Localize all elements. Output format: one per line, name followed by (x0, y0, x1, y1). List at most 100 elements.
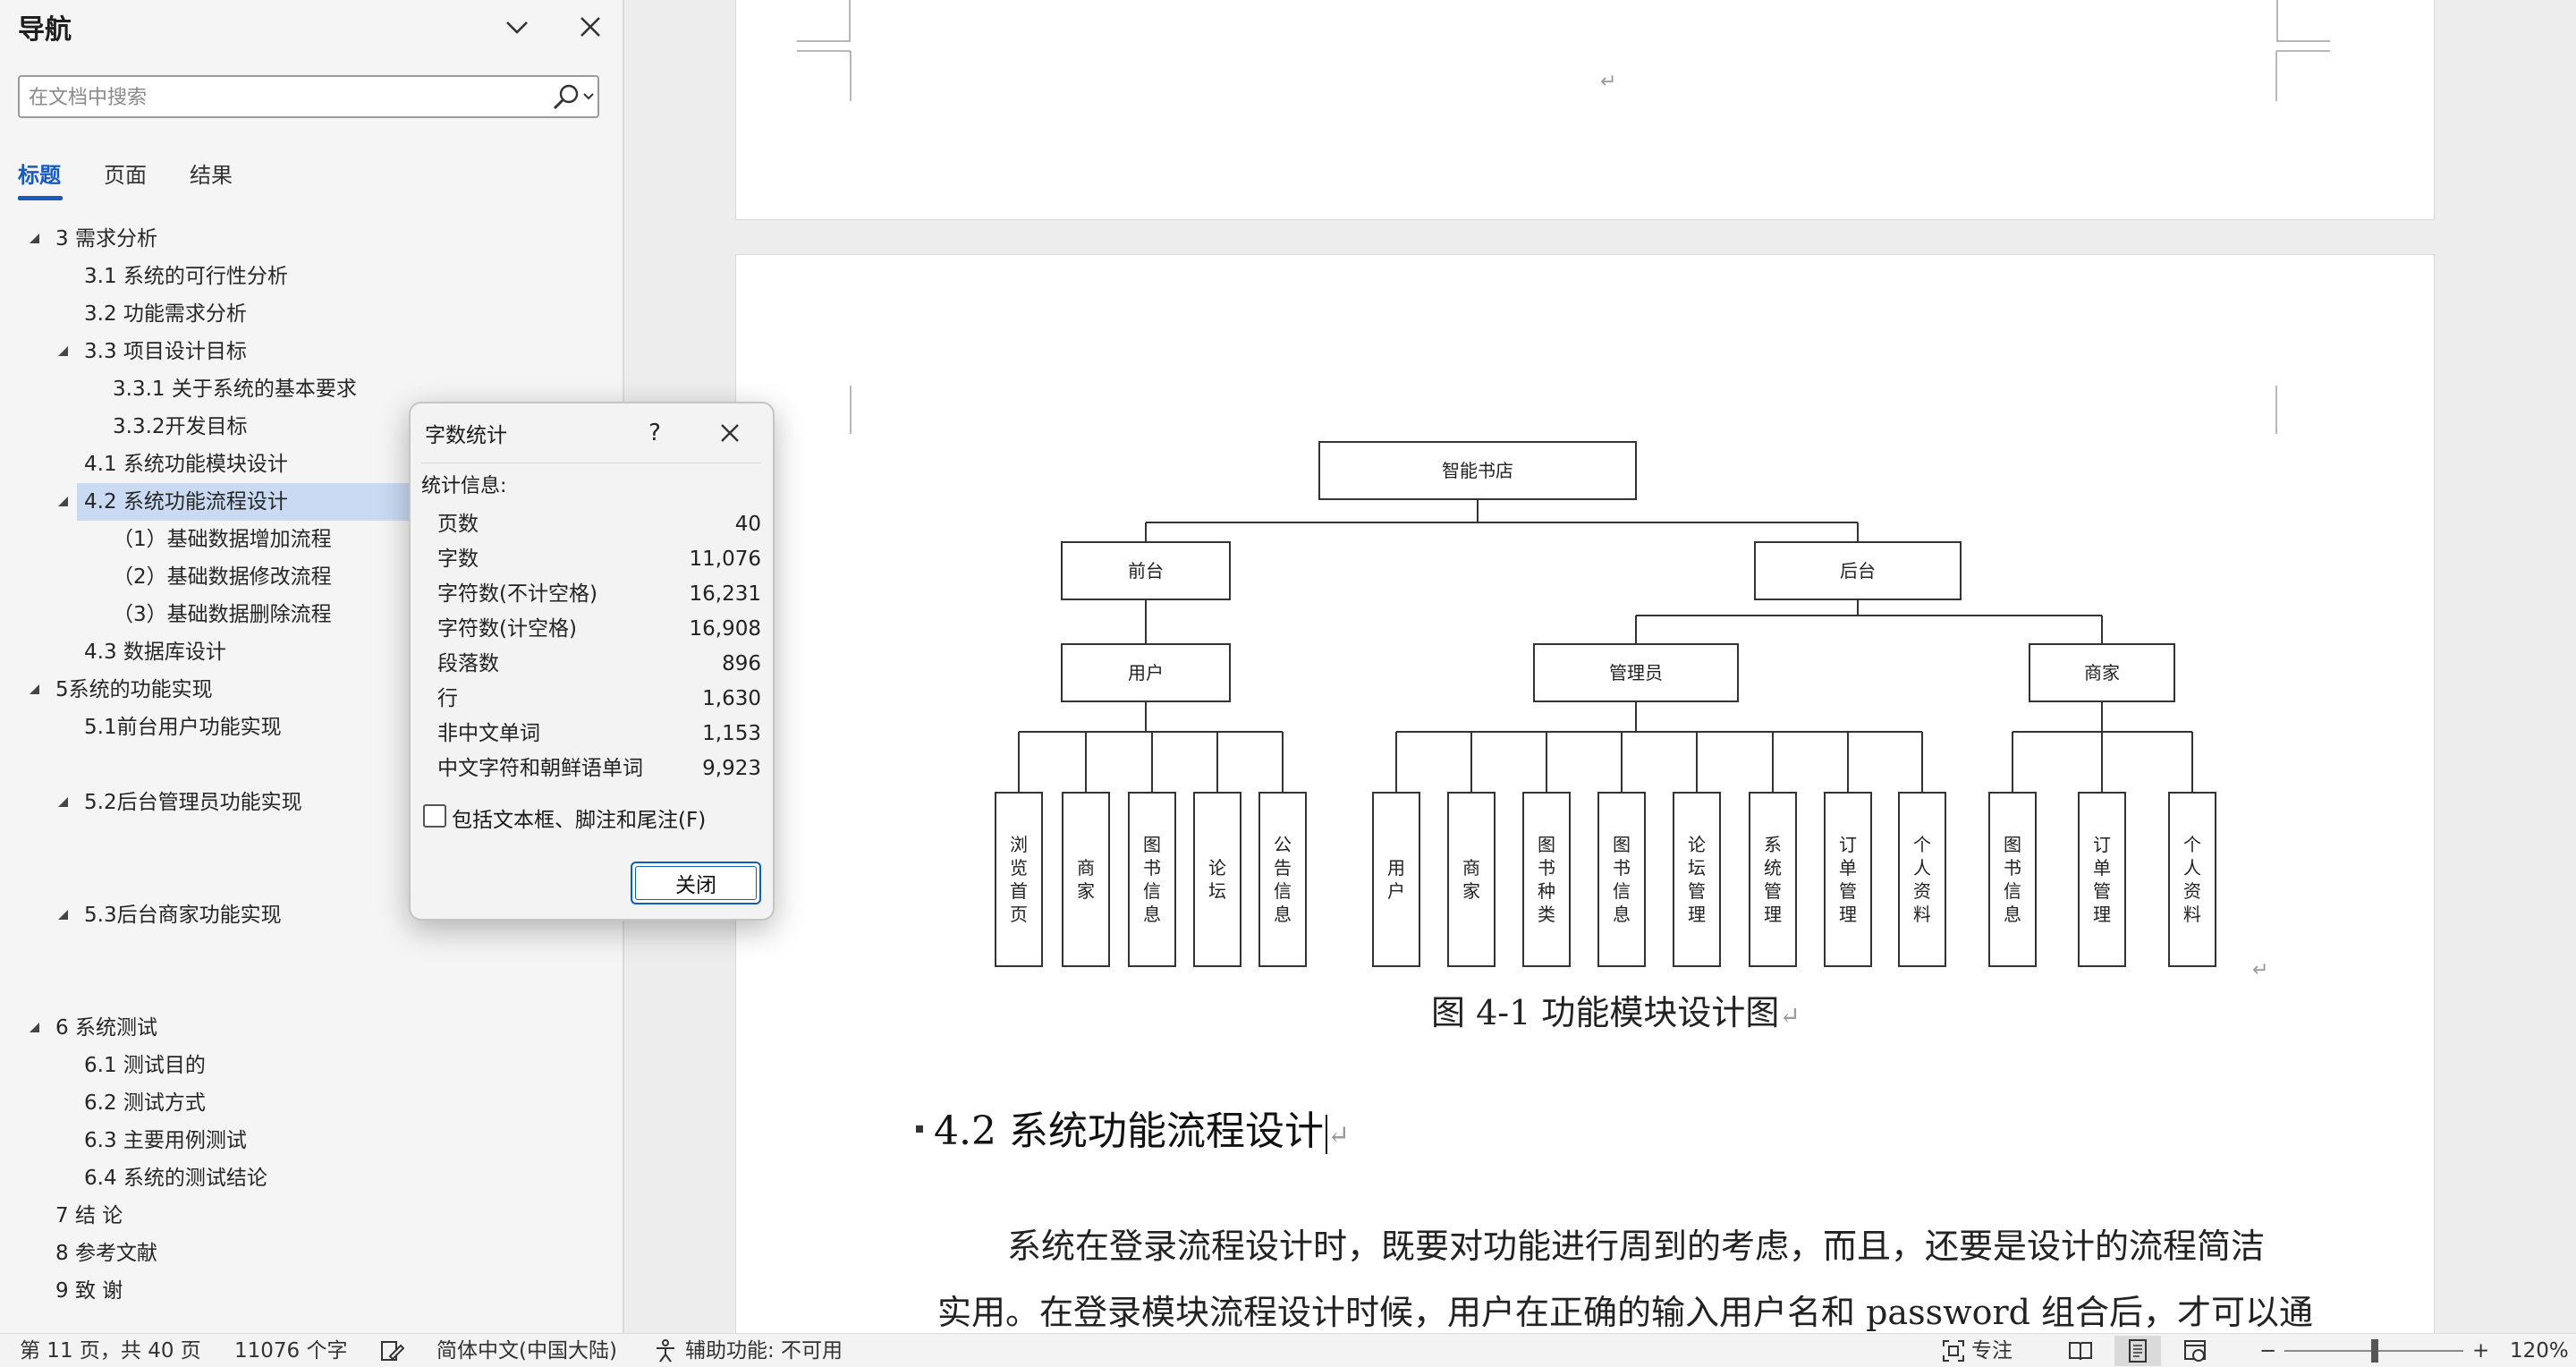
body-paragraph-line[interactable]: 实用。在登录模块流程设计时候，用户在正确的输入用户名和 password 组合后… (937, 1285, 2313, 1334)
diagram-front-node: 前台 (1061, 541, 1231, 600)
dialog-title: 字数统计 (425, 424, 507, 447)
web-layout-button[interactable] (2172, 1336, 2218, 1366)
outline-heading-item[interactable]: 8 参考文献 (0, 1235, 623, 1272)
diagram-leaf-node: 公告信息 (1258, 792, 1307, 967)
statistic-value: 9,923 (702, 757, 761, 780)
outline-heading-item[interactable]: 6.2 测试方式 (0, 1084, 623, 1122)
word-count-dialog: 字数统计 ? 统计信息: 页数 40 字数 11,076 字符数(不计空格) 16,231… (409, 402, 775, 921)
statistic-value: 16,908 (689, 617, 761, 641)
close-button[interactable]: 关闭 (631, 862, 761, 904)
collapse-triangle-icon[interactable] (27, 1020, 41, 1034)
body-paragraph-line[interactable]: 系统在登录流程设计时，既要对功能进行周到的考虑，而且，还要是设计的流程简洁 (1007, 1218, 2265, 1268)
zoom-out-button[interactable]: − (2259, 1334, 2276, 1367)
statistic-value: 1,153 (702, 722, 761, 745)
globe-page-icon (2184, 1340, 2206, 1362)
diagram-leaf-node: 用户 (1372, 792, 1420, 967)
statistic-value: 40 (734, 513, 761, 536)
diagram-leaf-node: 商家 (1447, 792, 1496, 967)
diagram-leaf-node: 图书信息 (1597, 792, 1646, 967)
focus-icon[interactable] (1941, 1338, 1966, 1363)
read-mode-button[interactable] (2057, 1336, 2104, 1366)
statistic-label: 字符数(计空格) (437, 617, 577, 641)
function-module-diagram: 智能书店前台 后台用户 管理员 商家浏览首页商家图书信息论坛公告信息用户商家图书种类图… (995, 441, 2216, 967)
statistic-value: 896 (722, 652, 761, 675)
page-number-indicator[interactable]: 第 11 页，共 40 页 (20, 1334, 201, 1367)
statistics-label: 统计信息: (421, 475, 507, 497)
outline-heading-text: 6.3 主要用例测试 (84, 1129, 247, 1152)
statistic-label: 页数 (437, 513, 479, 536)
section-heading[interactable]: 4.2 系统功能流程设计 ↵ (916, 1099, 1350, 1156)
statistic-label: 非中文单词 (437, 722, 540, 745)
figure-caption: 图 4-1 功能模块设计图↵ (1431, 993, 1801, 1032)
list-bullet-icon (916, 1125, 923, 1133)
diagram-leaf-node: 论坛管理 (1673, 792, 1721, 967)
statistic-row: 字符数(不计空格) 16,231 (437, 577, 761, 612)
diagram-admin-node: 管理员 (1533, 643, 1739, 702)
outline-heading-item[interactable]: 9 致 谢 (0, 1272, 623, 1310)
statistic-label: 中文字符和朝鲜语单词 (437, 757, 643, 780)
diagram-leaf-node: 论坛 (1193, 792, 1241, 967)
outline-heading-item[interactable]: 7 结 论 (0, 1197, 623, 1235)
word-count-indicator[interactable]: 11076 个字 (234, 1334, 347, 1367)
include-textboxes-label[interactable]: 包括文本框、脚注和尾注(F) (452, 802, 706, 833)
statistic-label: 行 (437, 687, 458, 710)
statistic-label: 段落数 (437, 652, 499, 675)
statistic-value: 11,076 (689, 548, 761, 571)
diagram-back-node-label: 后台 (1840, 560, 1876, 582)
diagram-root-node-label: 智能书店 (1442, 460, 1513, 481)
outline-heading-text: 7 结 论 (55, 1204, 123, 1227)
figure-caption-text: 图 4-1 功能模块设计图 (1431, 993, 1780, 1032)
language-indicator[interactable]: 简体中文(中国大陆) (436, 1334, 617, 1367)
include-textboxes-checkbox[interactable] (423, 804, 446, 828)
book-icon (2069, 1342, 2092, 1361)
statistic-row: 段落数 896 (437, 647, 761, 682)
diagram-leaf-node: 图书信息 (1988, 792, 2037, 967)
outline-heading-item[interactable]: 6.3 主要用例测试 (0, 1122, 623, 1159)
outline-heading-item[interactable]: 6.1 测试目的 (0, 1047, 623, 1084)
diagram-leaf-node: 商家 (1062, 792, 1110, 967)
statistic-row: 页数 40 (437, 507, 761, 542)
diagram-merchant-node: 商家 (2029, 643, 2175, 702)
statistic-label: 字符数(不计空格) (437, 582, 597, 606)
statistic-value: 16,231 (689, 582, 761, 606)
diagram-merchant-node-label: 商家 (2084, 662, 2120, 684)
diagram-leaf-node: 图书种类 (1522, 792, 1571, 967)
outline-heading-text: 6.2 测试方式 (84, 1091, 206, 1115)
dialog-close-icon[interactable] (709, 412, 750, 454)
zoom-level[interactable]: 120% (2510, 1334, 2569, 1367)
diagram-front-node-label: 前台 (1128, 560, 1164, 582)
print-layout-button[interactable] (2114, 1336, 2161, 1366)
diagram-leaf-node: 图书信息 (1128, 792, 1176, 967)
accessibility-icon[interactable] (653, 1338, 678, 1363)
diagram-leaf-node: 系统管理 (1749, 792, 1797, 967)
focus-mode-button[interactable]: 专注 (1971, 1334, 2012, 1367)
outline-heading-text: 9 致 谢 (55, 1279, 123, 1303)
statistic-row: 中文字符和朝鲜语单词 9,923 (437, 751, 761, 786)
diagram-leaf-node: 订单管理 (1824, 792, 1872, 967)
statistic-value: 1,630 (702, 687, 761, 710)
help-button[interactable]: ? (634, 412, 675, 454)
zoom-in-button[interactable]: + (2472, 1334, 2489, 1367)
accessibility-indicator[interactable]: 辅助功能: 不可用 (685, 1334, 843, 1367)
diagram-back-node: 后台 (1754, 541, 1962, 600)
diagram-user-node-label: 用户 (1128, 662, 1164, 684)
paragraph-mark-icon: ↵ (2252, 959, 2269, 981)
diagram-leaf-node: 个人资料 (1898, 792, 1946, 967)
statistic-row: 字符数(计空格) 16,908 (437, 612, 761, 647)
outline-heading-text: 6 系统测试 (55, 1016, 157, 1040)
diagram-leaf-node: 浏览首页 (995, 792, 1043, 967)
zoom-slider-thumb[interactable] (2371, 1339, 2378, 1363)
diagram-leaf-node: 个人资料 (2168, 792, 2216, 967)
statistic-row: 字数 11,076 (437, 542, 761, 577)
diagram-admin-node-label: 管理员 (1609, 662, 1663, 684)
outline-heading-item[interactable]: 6.4 系统的测试结论 (0, 1159, 623, 1197)
statistic-label: 字数 (437, 548, 479, 571)
diagram-user-node: 用户 (1061, 643, 1231, 702)
outline-heading-item[interactable]: 6 系统测试 (0, 1009, 623, 1047)
outline-heading-text: 6.4 系统的测试结论 (84, 1167, 267, 1190)
page-icon (2129, 1339, 2147, 1363)
status-bar: 第 11 页，共 40 页 11076 个字 简体中文(中国大陆) 辅助功能: … (0, 1333, 2576, 1367)
diagram-root-node: 智能书店 (1318, 441, 1637, 500)
proofing-icon[interactable] (379, 1338, 404, 1363)
statistic-row: 非中文单词 1,153 (437, 717, 761, 751)
